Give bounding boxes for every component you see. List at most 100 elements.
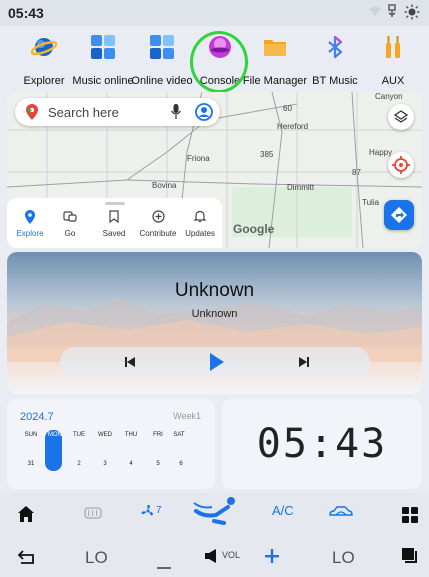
day-name: MON — [48, 432, 62, 438]
bookmark-icon — [91, 210, 137, 226]
volume-down-button[interactable] — [157, 557, 171, 575]
home-icon — [18, 506, 34, 522]
car-recirculation-icon — [329, 506, 353, 516]
date-number: 3 — [103, 461, 107, 467]
rear-defrost-button[interactable] — [83, 503, 103, 528]
calendar-month: 2024.7 — [20, 411, 54, 423]
map-label: 87 — [352, 168, 361, 177]
map-label: Friona — [187, 154, 210, 163]
bluetooth-icon — [322, 34, 348, 60]
planet-icon — [30, 34, 58, 60]
map-label: Dimmitt — [287, 183, 315, 192]
bell-icon — [177, 210, 223, 226]
fan-speed-button[interactable] — [140, 503, 156, 524]
app-label: AUX — [381, 75, 405, 87]
layers-button[interactable] — [388, 104, 414, 130]
play-icon — [210, 353, 224, 371]
map-label: 60 — [283, 104, 292, 113]
date-number: 31 — [27, 461, 35, 467]
directions-button[interactable] — [384, 200, 414, 230]
app-aux[interactable]: AUX — [361, 32, 425, 90]
grid-icon — [402, 507, 418, 523]
wifi-icon — [368, 4, 382, 21]
app-grid-icon — [149, 34, 175, 60]
fan-level: 7 — [156, 505, 162, 516]
nav-updates[interactable]: Updates — [177, 210, 223, 238]
my-location-button[interactable] — [388, 152, 414, 178]
home-button[interactable] — [17, 505, 35, 528]
nav-contribute[interactable]: Contribute — [135, 210, 181, 238]
status-time: 05:43 — [8, 5, 44, 21]
ac-button[interactable]: A/C — [272, 503, 294, 518]
search-input[interactable]: Search here — [48, 105, 119, 120]
nav-label: Go — [64, 229, 76, 238]
map-label: 385 — [260, 150, 274, 159]
google-logo: Google — [233, 222, 275, 236]
date-number: 2 — [77, 461, 81, 467]
account-icon[interactable] — [195, 103, 213, 126]
directions-icon — [391, 207, 407, 223]
day-name: TUE — [73, 432, 85, 438]
calendar-week: Week1 — [173, 411, 201, 421]
map-search-bar[interactable]: Search here — [15, 98, 220, 126]
seat-airflow-button[interactable] — [192, 495, 238, 534]
nav-label: Updates — [185, 229, 215, 238]
nav-label: Saved — [102, 229, 126, 238]
clock-widget[interactable]: 05:43 — [222, 399, 422, 489]
map-label: Canyon — [375, 92, 403, 101]
next-track-button[interactable] — [296, 354, 314, 370]
right-temp[interactable]: LO — [332, 548, 355, 568]
track-artist: Unknown — [191, 308, 238, 320]
map-label: Hereford — [277, 122, 309, 131]
music-player-card[interactable]: Unknown Unknown — [7, 252, 422, 394]
drag-handle[interactable] — [105, 202, 125, 205]
track-title: Unknown — [174, 280, 255, 301]
date-number: 6 — [179, 461, 183, 467]
status-bar: 05:43 — [0, 0, 429, 26]
volume-label: VOL — [222, 550, 241, 560]
crosshair-icon — [392, 156, 410, 174]
brightness-icon[interactable] — [404, 4, 420, 23]
previous-track-button[interactable] — [122, 354, 140, 370]
calendar-widget[interactable]: 2024.7 Week1 SUN MON TUE WED THU FRI SAT — [7, 399, 215, 489]
playback-controls — [60, 347, 370, 377]
seat-airflow-icon — [193, 497, 235, 525]
rear-defrost-icon — [84, 507, 102, 519]
maps-nav-panel: Explore Go Saved Contribute Updates — [7, 198, 222, 248]
folder-icon — [262, 34, 288, 60]
app-grid-icon — [90, 34, 116, 60]
date-number: 5 — [156, 461, 160, 467]
back-button[interactable] — [17, 549, 35, 570]
play-button[interactable] — [208, 352, 226, 371]
aux-plug-icon — [380, 34, 406, 60]
map-widget[interactable]: Canyon Hereford Friona Happy Bovina Dimm… — [7, 92, 422, 248]
left-temp[interactable]: LO — [85, 548, 108, 568]
day-name: FRI — [153, 432, 163, 438]
back-arrow-icon — [17, 550, 34, 564]
nav-go[interactable]: Go — [47, 210, 93, 238]
microphone-icon[interactable] — [171, 104, 181, 125]
skip-next-icon — [299, 357, 309, 367]
clock-time: 05:43 — [256, 421, 388, 467]
skip-previous-icon — [125, 357, 135, 367]
date-number: 1 — [52, 461, 56, 467]
map-label: Tulia — [362, 198, 380, 207]
date-number: 4 — [129, 461, 133, 467]
recirculation-button[interactable] — [328, 505, 354, 524]
console-highlight-circle — [190, 31, 248, 93]
map-label: Bovina — [152, 181, 177, 190]
minus-icon — [157, 567, 171, 569]
nav-saved[interactable]: Saved — [91, 210, 137, 238]
usb-icon — [386, 4, 398, 21]
speaker-icon — [205, 549, 221, 568]
app-grid-button[interactable] — [402, 507, 418, 528]
commute-icon — [47, 210, 93, 226]
fan-icon — [141, 504, 154, 516]
day-name: WED — [98, 432, 112, 438]
layers-icon — [393, 110, 409, 123]
day-name: SUN — [24, 432, 38, 438]
day-name: THU — [124, 432, 138, 438]
recent-apps-button[interactable] — [402, 548, 418, 569]
recent-apps-icon — [402, 548, 417, 563]
volume-up-button[interactable] — [265, 549, 279, 568]
